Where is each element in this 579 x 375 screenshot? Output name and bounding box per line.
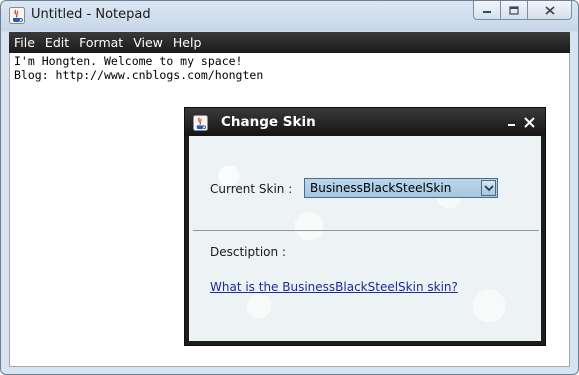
menu-view[interactable]: View <box>128 32 168 53</box>
maximize-button[interactable] <box>501 1 528 20</box>
change-skin-dialog: Change Skin Current Skin : BusinessBlack… <box>184 107 546 346</box>
skin-select-value: BusinessBlackSteelSkin <box>310 181 452 195</box>
dialog-body: Current Skin : BusinessBlackSteelSkin De… <box>189 136 541 341</box>
menu-format[interactable]: Format <box>74 32 128 53</box>
java-cup-icon <box>193 115 208 131</box>
current-skin-label: Current Skin : <box>210 182 293 196</box>
dialog-titlebar[interactable]: Change Skin <box>185 108 545 136</box>
menu-edit[interactable]: Edit <box>40 32 74 53</box>
close-button[interactable] <box>528 1 572 20</box>
editor-line-2: Blog: http://www.cnblogs.com/hongten <box>14 68 264 82</box>
divider <box>193 230 539 231</box>
minimize-icon[interactable] <box>507 117 517 127</box>
skin-info-link[interactable]: What is the BusinessBlackSteelSkin skin? <box>210 280 458 294</box>
close-icon <box>544 5 555 15</box>
close-icon[interactable] <box>524 117 535 128</box>
dialog-title: Change Skin <box>221 114 316 130</box>
description-label: Desctiption : <box>210 245 286 259</box>
caption-buttons <box>473 1 572 21</box>
window-title: Untitled - Notepad <box>31 7 151 22</box>
menu-help[interactable]: Help <box>168 32 207 53</box>
skin-select-arrow[interactable] <box>481 180 496 196</box>
minimize-icon <box>483 11 491 13</box>
menu-file[interactable]: File <box>9 32 40 53</box>
java-cup-icon <box>9 7 25 24</box>
menubar: File Edit Format View Help <box>9 32 570 53</box>
editor-line-1: I'm Hongten. Welcome to my space! <box>14 54 243 68</box>
skin-select[interactable]: BusinessBlackSteelSkin <box>304 178 498 198</box>
minimize-button[interactable] <box>473 1 501 20</box>
chevron-down-icon <box>483 184 494 191</box>
maximize-icon <box>509 5 519 15</box>
window-titlebar[interactable]: Untitled - Notepad <box>1 1 578 32</box>
